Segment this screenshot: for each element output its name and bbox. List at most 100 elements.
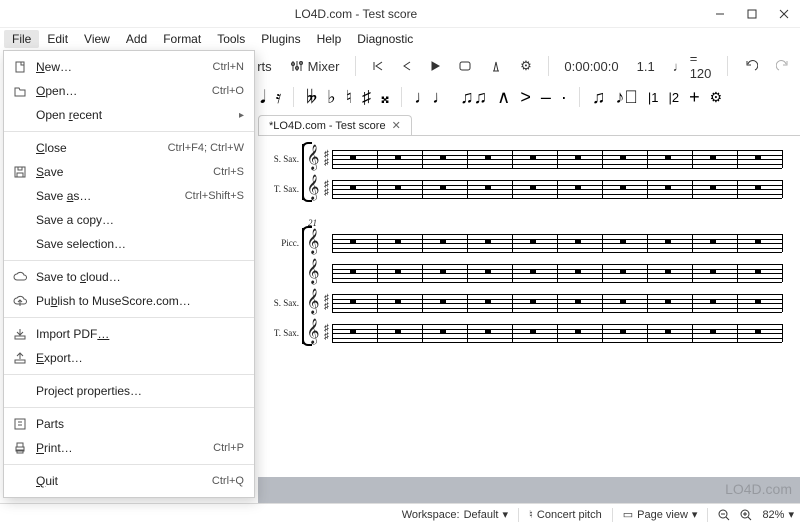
workspace-selector[interactable]: Workspace: Default ▾ <box>402 508 508 521</box>
menu-tools[interactable]: Tools <box>209 30 253 48</box>
metronome-button[interactable] <box>486 58 506 74</box>
marcato-icon[interactable]: ∧ <box>497 87 510 108</box>
menu-file[interactable]: File <box>4 30 39 48</box>
menu-plugins[interactable]: Plugins <box>253 30 308 48</box>
staff[interactable] <box>332 176 782 202</box>
score-canvas[interactable]: S. Sax. 𝄞 ♯♯ T. Sax. 𝄞 ♯♯ 21 Picc. 𝄞 <box>258 136 800 477</box>
blank-icon <box>12 107 28 123</box>
tie-icon[interactable]: ♩♩ <box>414 87 450 108</box>
voice1-icon[interactable]: |1 <box>648 90 659 105</box>
loop-button[interactable] <box>454 58 476 74</box>
redo-button[interactable] <box>772 58 794 74</box>
menu-item-save[interactable]: SaveCtrl+S <box>4 160 254 184</box>
zoom-in-button[interactable] <box>740 509 752 521</box>
tenuto-icon[interactable]: – <box>541 87 551 108</box>
view-mode-selector[interactable]: ▭ Page view ▾ <box>623 508 698 521</box>
new-icon <box>12 59 28 75</box>
menu-item-save-to-cloud[interactable]: Save to cloud… <box>4 265 254 289</box>
add-icon[interactable]: + <box>689 87 700 108</box>
instrument-label: T. Sax. <box>268 184 302 194</box>
menu-item-export[interactable]: Export… <box>4 346 254 370</box>
minimize-button[interactable] <box>704 0 736 28</box>
menu-item-label: New… <box>36 60 205 74</box>
keysig-icon: ♯♯ <box>324 181 332 197</box>
menu-item-open[interactable]: Open…Ctrl+O <box>4 79 254 103</box>
maximize-button[interactable] <box>736 0 768 28</box>
flat-icon[interactable]: ♭ <box>327 87 336 108</box>
natural-icon[interactable]: ♮ <box>346 87 352 108</box>
keysig-icon: ♯♯ <box>324 151 332 167</box>
menu-edit[interactable]: Edit <box>39 30 76 48</box>
menu-item-open-recent[interactable]: Open recent▸ <box>4 103 254 127</box>
menu-item-label: Save to cloud… <box>36 270 244 284</box>
tempo-display[interactable]: ♩ = 120 <box>669 49 716 83</box>
score-tab[interactable]: *LO4D.com - Test score ✕ <box>258 115 412 135</box>
menu-item-new[interactable]: New…Ctrl+N <box>4 55 254 79</box>
menu-item-label: Close <box>36 141 160 155</box>
concert-pitch-toggle[interactable]: ♮ Concert pitch <box>529 508 602 521</box>
staff[interactable] <box>332 260 782 286</box>
staff[interactable] <box>332 320 782 346</box>
menu-item-save-selection[interactable]: Save selection… <box>4 232 254 256</box>
double-sharp-icon[interactable]: 𝄪 <box>381 87 389 108</box>
undo-button[interactable] <box>740 58 762 74</box>
rest-icon[interactable]: 𝄿 <box>276 87 282 108</box>
submenu-arrow-icon: ▸ <box>239 110 244 121</box>
watermark: LO4D.com <box>725 481 792 497</box>
slur-icon[interactable]: ♫♫ <box>460 87 487 108</box>
sharp-icon[interactable]: ♯ <box>362 87 371 108</box>
page-icon: ▭ <box>623 508 633 521</box>
menu-item-project-properties[interactable]: Project properties… <box>4 379 254 403</box>
voice2-icon[interactable]: |2 <box>668 90 679 105</box>
zoom-out-button[interactable] <box>718 509 730 521</box>
menu-item-label: Parts <box>36 417 244 431</box>
file-menu-dropdown: New…Ctrl+NOpen…Ctrl+OOpen recent▸ Close Ct… <box>3 50 255 498</box>
menu-item-save-as[interactable]: Save as…Ctrl+Shift+S <box>4 184 254 208</box>
mixer-icon <box>290 59 304 73</box>
menu-help[interactable]: Help <box>309 30 350 48</box>
settings-button[interactable]: ⚙ <box>516 56 536 76</box>
tuplet-icon[interactable]: ♫ <box>592 87 606 108</box>
menu-item-shortcut: Ctrl+Q <box>212 475 244 487</box>
zoom-level[interactable]: 82% ▾ <box>762 508 794 521</box>
menu-item-save-a-copy[interactable]: Save a copy… <box>4 208 254 232</box>
menu-item-print[interactable]: Print…Ctrl+P <box>4 436 254 460</box>
menu-item-quit[interactable]: QuitCtrl+Q <box>4 469 254 493</box>
staff[interactable] <box>332 290 782 316</box>
menu-item-label: Save as… <box>36 189 177 203</box>
chevron-down-icon: ▾ <box>692 508 698 521</box>
menu-format[interactable]: Format <box>155 30 209 48</box>
flip-icon[interactable]: ♪𝅮 <box>615 87 638 108</box>
print-icon <box>12 440 28 456</box>
keysig-icon: ♯♯ <box>324 325 332 341</box>
play-button[interactable] <box>426 58 444 74</box>
menu-item-import-pdf[interactable]: Import PDF… <box>4 322 254 346</box>
menu-item-close[interactable]: Close Ctrl+F4; Ctrl+W <box>4 136 254 160</box>
menu-diagnostic[interactable]: Diagnostic <box>349 30 421 48</box>
close-button[interactable] <box>768 0 800 28</box>
accent-icon[interactable]: > <box>520 87 531 108</box>
rewind-button[interactable] <box>368 58 388 74</box>
note-quarter-icon[interactable]: 𝅘𝅥 <box>260 87 266 108</box>
tab-close-icon[interactable]: ✕ <box>392 119 401 132</box>
blank-icon <box>12 188 28 204</box>
double-flat-icon[interactable]: 𝄫 <box>306 87 317 108</box>
menu-add[interactable]: Add <box>118 30 155 48</box>
bracket-icon <box>302 228 306 344</box>
staff[interactable] <box>332 230 782 256</box>
instrument-label: T. Sax. <box>268 328 302 338</box>
mixer-button[interactable]: Mixer <box>286 57 344 76</box>
menu-item-publish-to-musescore-com[interactable]: Publish to MuseScore.com… <box>4 289 254 313</box>
menu-item-parts[interactable]: Parts <box>4 412 254 436</box>
menu-item-label: Project properties… <box>36 384 244 398</box>
staccato-icon[interactable]: · <box>561 87 567 108</box>
time-display: 0:00:00:0 <box>560 57 622 76</box>
prev-button[interactable] <box>398 58 416 74</box>
tab-label: *LO4D.com - Test score <box>269 120 386 132</box>
palette-gear-icon[interactable]: ⚙ <box>710 89 723 106</box>
menu-item-shortcut: Ctrl+F4; Ctrl+W <box>168 142 244 154</box>
menu-item-label: Export… <box>36 351 244 365</box>
menu-view[interactable]: View <box>76 30 118 48</box>
staff[interactable] <box>332 146 782 172</box>
staff-group-2: 21 Picc. 𝄞 𝄞 S. Sax. 𝄞 ♯♯ T. Sa <box>268 228 782 348</box>
